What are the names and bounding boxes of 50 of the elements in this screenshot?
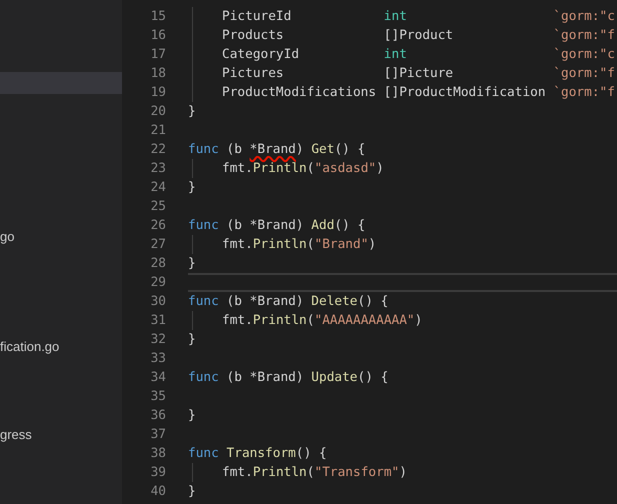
file-tree-item[interactable]: fication.go [0, 336, 122, 358]
line-number: 27 [150, 236, 166, 254]
line-number: 21 [150, 122, 166, 140]
code-line: func (b *Brand) Delete() { [188, 294, 388, 309]
code-line: } [188, 256, 196, 271]
line-number: 25 [150, 198, 166, 216]
line-number: 33 [150, 350, 166, 368]
code-line: } [188, 408, 196, 424]
code-line: } [188, 180, 196, 195]
line-number: 19 [150, 84, 166, 102]
line-number: 15 [150, 8, 166, 26]
line-number: 18 [150, 64, 166, 83]
code-line: } [188, 104, 196, 119]
code-line: Products []Product `gorm:"f [222, 28, 615, 43]
line-number: 26 [150, 216, 166, 235]
line-number: 31 [150, 312, 166, 330]
file-tree-item[interactable] [0, 72, 122, 94]
line-number: 30 [150, 292, 166, 311]
code-line: func (b *Brand) Update() { [188, 370, 388, 386]
code-line: func Transform() { [188, 446, 327, 462]
code-line: CategoryId int `gorm:"c [222, 46, 615, 62]
line-number: 28 [150, 254, 166, 273]
line-number: 20 [150, 102, 166, 121]
line-number: 23 [150, 160, 166, 178]
line-number: 22 [150, 140, 166, 159]
code-line: func (b *Brand) Add() { [188, 218, 366, 233]
line-number: 36 [150, 407, 166, 426]
line-number: 24 [150, 178, 166, 197]
code-line: Pictures []Picture `gorm:"f [222, 66, 615, 81]
line-number: 40 [150, 483, 166, 502]
line-number: 17 [150, 46, 166, 64]
code-line: ProductModifications []ProductModification `gorm:"f [222, 84, 615, 100]
file-tree-item[interactable]: gress [0, 424, 122, 446]
code-line: } [188, 484, 196, 500]
line-number: 34 [150, 369, 166, 388]
code-line: fmt.Println("asdasd") [222, 160, 384, 176]
line-number: 39 [150, 464, 166, 482]
line-number: 29 [150, 274, 166, 292]
code-line: fmt.Println("AAAAAAAAAAA") [222, 313, 422, 328]
code-line: } [188, 332, 196, 348]
line-number: 38 [150, 445, 166, 464]
line-number: 37 [150, 426, 166, 444]
code-line: func (b *Brand) Get() { [188, 142, 366, 157]
code-line: fmt.Println("Transform") [222, 465, 407, 480]
code-line: fmt.Println("Brand") [222, 236, 376, 252]
line-number: 32 [150, 331, 166, 350]
code-line: PictureId int `gorm:"c [222, 8, 615, 24]
file-tree-item[interactable]: go [0, 226, 122, 248]
line-number: 35 [150, 388, 166, 406]
line-number: 16 [150, 26, 166, 45]
